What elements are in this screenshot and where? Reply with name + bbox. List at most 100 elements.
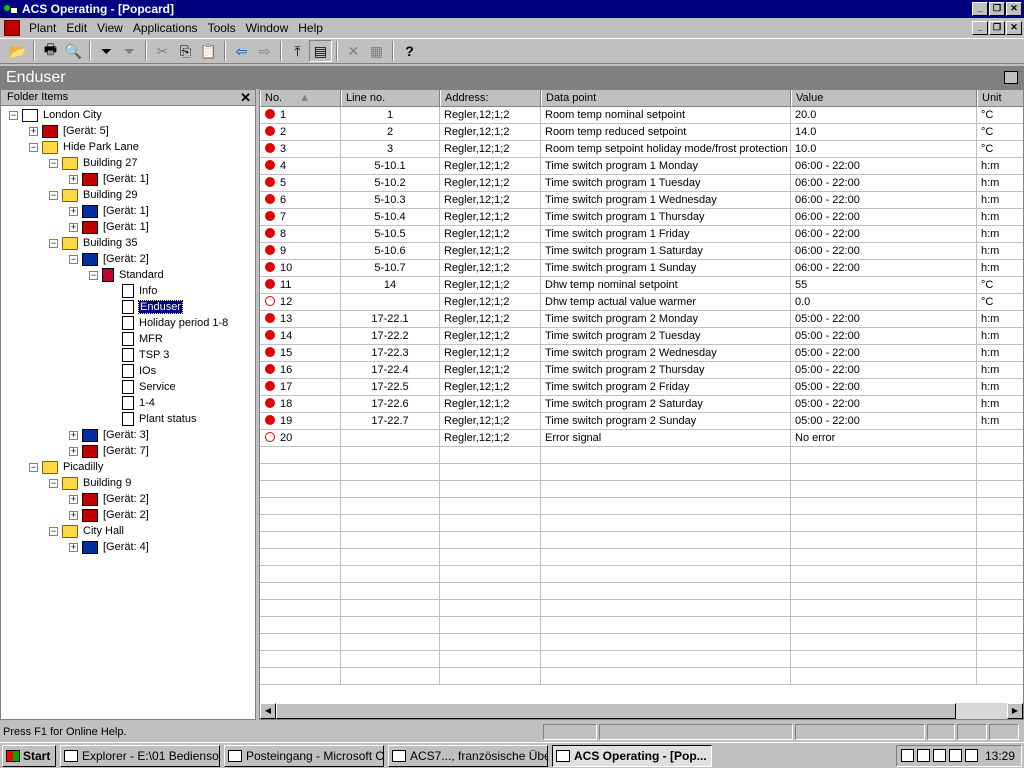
envelope-icon[interactable] [965,749,978,762]
tree-node[interactable]: Info [109,283,157,299]
table-row[interactable]: 10 5-10.7 Regler,12;1;2 Time switch program… [260,260,1023,277]
table-row[interactable]: 7 5-10.4 Regler,12;1;2 Time switch program … [260,209,1023,226]
tree-node[interactable]: − City Hall [49,523,124,539]
tree-node[interactable]: + [Gerät: 4] [69,539,149,555]
expand-icon[interactable]: + [69,222,78,232]
app-icon[interactable] [3,2,19,16]
tree-node[interactable]: 1-4 [109,395,155,411]
expand-icon[interactable]: + [69,206,78,216]
table-row[interactable]: 4 5-10.1 Regler,12;1;2 Time switch program … [260,158,1023,175]
table-row[interactable]: 2 2 Regler,12;1;2 Room temp reduced setpoin… [260,124,1023,141]
delete-icon[interactable]: ✕ [342,40,365,62]
expand-icon[interactable]: + [69,174,78,184]
close-button[interactable]: ✕ [1006,2,1022,16]
table-row[interactable]: 8 5-10.5 Regler,12;1;2 Time switch program … [260,226,1023,243]
menu-edit[interactable]: Edit [61,21,92,35]
tree-node[interactable]: − London City [9,107,102,123]
filter-icon[interactable]: ⏷ [95,40,118,62]
mdi-minimize-button[interactable]: _ [972,21,988,35]
collapse-icon[interactable]: − [49,238,58,248]
tree-node[interactable]: Enduser [109,299,183,315]
clock[interactable]: 13:29 [985,749,1015,763]
scroll-thumb[interactable] [276,703,956,719]
details-view-icon[interactable]: ▤ [309,40,332,62]
tree-node[interactable]: − Building 35 [49,235,137,251]
forward-arrow-icon[interactable]: ⇨ [253,40,276,62]
paste-icon[interactable]: 📋 [197,40,220,62]
table-row[interactable]: 9 5-10.6 Regler,12;1;2 Time switch program … [260,243,1023,260]
close-pane-icon[interactable]: ✕ [240,90,251,105]
column-header-line-no[interactable]: Line no. [341,90,440,107]
cut-icon[interactable]: ✂ [151,40,174,62]
table-row[interactable]: 1 1 Regler,12;1;2 Room temp nominal setpoin… [260,107,1023,124]
taskbar-button-outlook[interactable]: Posteingang - Microsoft O... [224,744,384,767]
tree-node[interactable]: + [Gerät: 5] [29,123,109,139]
tree-node[interactable]: IOs [109,363,156,379]
collapse-icon[interactable]: − [49,158,58,168]
collapse-icon[interactable]: − [29,142,38,152]
table-row[interactable]: 16 17-22.4 Regler,12;1;2 Time switch progra… [260,362,1023,379]
collapse-icon[interactable]: − [69,254,78,264]
table-row[interactable]: 5 5-10.2 Regler,12;1;2 Time switch program … [260,175,1023,192]
restore-button[interactable]: ❐ [989,2,1005,16]
up-folder-icon[interactable]: ⤒ [286,40,309,62]
tree-node[interactable]: MFR [109,331,163,347]
tree-node[interactable]: + [Gerät: 1] [69,203,149,219]
tree-node[interactable]: + [Gerät: 2] [69,491,149,507]
horizontal-scrollbar[interactable]: ◀ ▶ [260,703,1023,719]
table-row[interactable]: 11 14 Regler,12;1;2 Dhw temp nominal setpoi… [260,277,1023,294]
title-bar[interactable]: ACS Operating - [Popcard] _ ❐ ✕ [0,0,1024,18]
column-header-no[interactable]: No. ▲ [260,90,341,107]
help-icon[interactable]: ? [398,40,421,62]
mdi-close-button[interactable]: ✕ [1006,21,1022,35]
tree-node[interactable]: TSP 3 [109,347,169,363]
tree-node[interactable]: + [Gerät: 1] [69,219,149,235]
document-icon[interactable] [4,20,20,36]
taskbar-button-mail[interactable]: ACS7..., französische Über... [388,744,548,767]
minimize-button[interactable]: _ [972,2,988,16]
print-preview-icon[interactable]: 🔍 [62,40,85,62]
scroll-right-icon[interactable]: ▶ [1007,703,1023,719]
column-header-value[interactable]: Value [791,90,977,107]
collapse-icon[interactable]: − [89,270,98,280]
column-header-data-point[interactable]: Data point [541,90,791,107]
collapse-icon[interactable]: − [9,110,18,120]
taskbar-button-explorer[interactable]: Explorer - E:\01 Bediensoft... [60,744,220,767]
table-row[interactable]: 6 5-10.3 Regler,12;1;2 Time switch program … [260,192,1023,209]
expand-icon[interactable]: + [69,446,78,456]
table-row[interactable]: 14 17-22.2 Regler,12;1;2 Time switch progra… [260,328,1023,345]
menu-help[interactable]: Help [293,21,328,35]
scroll-track[interactable] [276,703,1007,719]
tree-node[interactable]: Holiday period 1-8 [109,315,228,331]
open-folder-icon[interactable]: 📂 [6,40,29,62]
tree-node[interactable]: − Hide Park Lane [29,139,139,155]
menu-view[interactable]: View [92,21,128,35]
monitor-icon[interactable] [917,749,930,762]
network-icon[interactable] [933,749,946,762]
tree-node[interactable]: + [Gerät: 1] [69,171,149,187]
table-row[interactable]: 13 17-22.1 Regler,12;1;2 Time switch progra… [260,311,1023,328]
menu-applications[interactable]: Applications [128,21,203,35]
tree-node[interactable]: − Building 9 [49,475,131,491]
filter-off-icon[interactable]: ⏷ [118,40,141,62]
table-row[interactable]: 20 Regler,12;1;2 Error signal No error [260,430,1023,447]
tree-node[interactable]: − Building 29 [49,187,137,203]
tree-node[interactable]: Plant status [109,411,196,427]
expand-icon[interactable]: + [69,494,78,504]
menu-plant[interactable]: Plant [24,21,61,35]
tree-node[interactable]: + [Gerät: 2] [69,507,149,523]
menu-tools[interactable]: Tools [203,21,241,35]
tree-node[interactable]: + [Gerät: 7] [69,443,149,459]
collapse-icon[interactable]: − [49,478,58,488]
tree-node[interactable]: − Standard [89,267,164,283]
taskbar-button-acs-operating[interactable]: ACS Operating - [Pop... [552,744,712,767]
scroll-left-icon[interactable]: ◀ [260,703,276,719]
table-row[interactable]: 18 17-22.6 Regler,12;1;2 Time switch progra… [260,396,1023,413]
expand-icon[interactable]: + [69,430,78,440]
tree-node[interactable]: + [Gerät: 3] [69,427,149,443]
expand-icon[interactable]: + [29,126,38,136]
tree-node[interactable]: − Building 27 [49,155,137,171]
expand-icon[interactable]: + [69,510,78,520]
print-icon[interactable]: 🖶 [39,40,62,62]
tree-node[interactable]: − Picadilly [29,459,103,475]
